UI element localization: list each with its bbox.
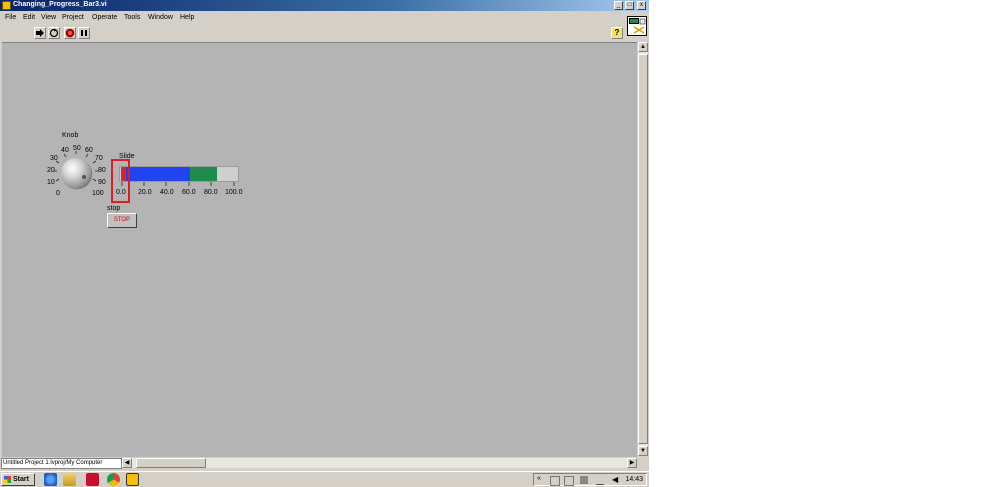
run-arrow-icon[interactable] — [34, 27, 46, 39]
chrome-icon[interactable] — [107, 473, 120, 486]
menu-file[interactable]: File — [5, 14, 16, 21]
clock[interactable]: 14:43 — [625, 475, 643, 485]
toolbar: ? — [0, 25, 625, 42]
knob-tick: 10 — [47, 179, 55, 186]
slide-tick: 40.0 — [160, 189, 174, 196]
slide-fill-blue — [121, 167, 190, 181]
vi-icon[interactable] — [627, 16, 647, 36]
tray-icon[interactable] — [580, 476, 588, 484]
title-bar[interactable]: Changing_Progress_Bar3.vi _ □ x — [0, 0, 649, 11]
knob-tick: 0 — [56, 190, 60, 197]
tray-icon[interactable] — [564, 476, 574, 486]
knob-tick: 50 — [73, 145, 81, 152]
minimize-button[interactable]: _ — [614, 1, 623, 10]
menu-operate[interactable]: Operate — [92, 14, 117, 21]
knob-tick: 60 — [85, 147, 93, 154]
menu-view[interactable]: View — [41, 14, 56, 21]
maximize-button[interactable]: □ — [625, 1, 634, 10]
knob-tick: 40 — [61, 147, 69, 154]
vertical-scroll-thumb[interactable] — [638, 54, 648, 444]
knob-tick: 70 — [95, 155, 103, 162]
slide-tick: 60.0 — [182, 189, 196, 196]
labview-window: Changing_Progress_Bar3.vi _ □ x File Edi… — [0, 0, 649, 471]
menu-project[interactable]: Project — [62, 14, 84, 21]
menu-edit[interactable]: Edit — [23, 14, 35, 21]
stop-label: stop — [107, 205, 121, 212]
project-path: Untitled Project 1.lvproj/My Computer — [1, 458, 122, 469]
windows-logo-icon — [4, 476, 11, 483]
scroll-down-icon[interactable]: ▼ — [638, 446, 648, 456]
labview-taskbar-icon[interactable] — [126, 473, 139, 486]
internet-explorer-icon[interactable] — [44, 473, 57, 486]
adobe-reader-icon[interactable] — [86, 473, 99, 486]
stop-button[interactable]: STOP — [107, 213, 137, 228]
status-bar: Untitled Project 1.lvproj/My Computer ◀ … — [0, 457, 649, 469]
knob-dial[interactable] — [61, 158, 91, 188]
run-continuously-icon[interactable] — [48, 27, 60, 39]
menu-tools[interactable]: Tools — [124, 14, 140, 21]
start-label: Start — [13, 476, 29, 483]
tray-icon[interactable] — [550, 476, 560, 486]
knob-tick: 100 — [92, 190, 104, 197]
slide-scale — [121, 182, 235, 186]
volume-icon[interactable]: ◀ — [612, 476, 618, 484]
slide-fill-green — [190, 167, 217, 181]
pause-icon[interactable] — [78, 27, 90, 39]
scroll-right-icon[interactable]: ▶ — [627, 458, 637, 468]
menu-window[interactable]: Window — [148, 14, 173, 21]
menu-help[interactable]: Help — [180, 14, 194, 21]
close-button[interactable]: x — [637, 1, 646, 10]
labview-app-icon — [2, 1, 11, 10]
horizontal-scroll-thumb[interactable] — [136, 458, 206, 468]
context-help-icon[interactable]: ? — [611, 27, 623, 39]
scroll-left-icon[interactable]: ◀ — [122, 458, 132, 468]
system-tray: « ◀ 14:43 — [533, 473, 647, 486]
knob-label: Knob — [62, 132, 79, 139]
file-explorer-icon[interactable] — [63, 473, 76, 486]
taskbar: Start « ◀ 14:43 — [0, 471, 649, 487]
start-button[interactable]: Start — [1, 473, 35, 486]
highlight-box — [111, 159, 130, 203]
menu-bar: File Edit View Project Operate Tools Win… — [0, 12, 625, 24]
knob-tick: 90 — [98, 179, 106, 186]
slide-tick: 80.0 — [204, 189, 218, 196]
slide-tick: 20.0 — [138, 189, 152, 196]
knob-tick: 30 — [50, 155, 58, 162]
knob-tick: 80 — [98, 167, 106, 174]
window-title: Changing_Progress_Bar3.vi — [13, 1, 107, 8]
knob-indicator — [82, 175, 86, 179]
scroll-up-icon[interactable]: ▲ — [638, 42, 648, 52]
tray-expand-icon[interactable]: « — [537, 475, 541, 482]
abort-icon[interactable] — [64, 27, 76, 39]
knob-tick: 20 — [47, 167, 55, 174]
network-icon[interactable] — [596, 476, 604, 485]
front-panel[interactable] — [2, 42, 637, 457]
slide-tick: 100.0 — [225, 189, 243, 196]
